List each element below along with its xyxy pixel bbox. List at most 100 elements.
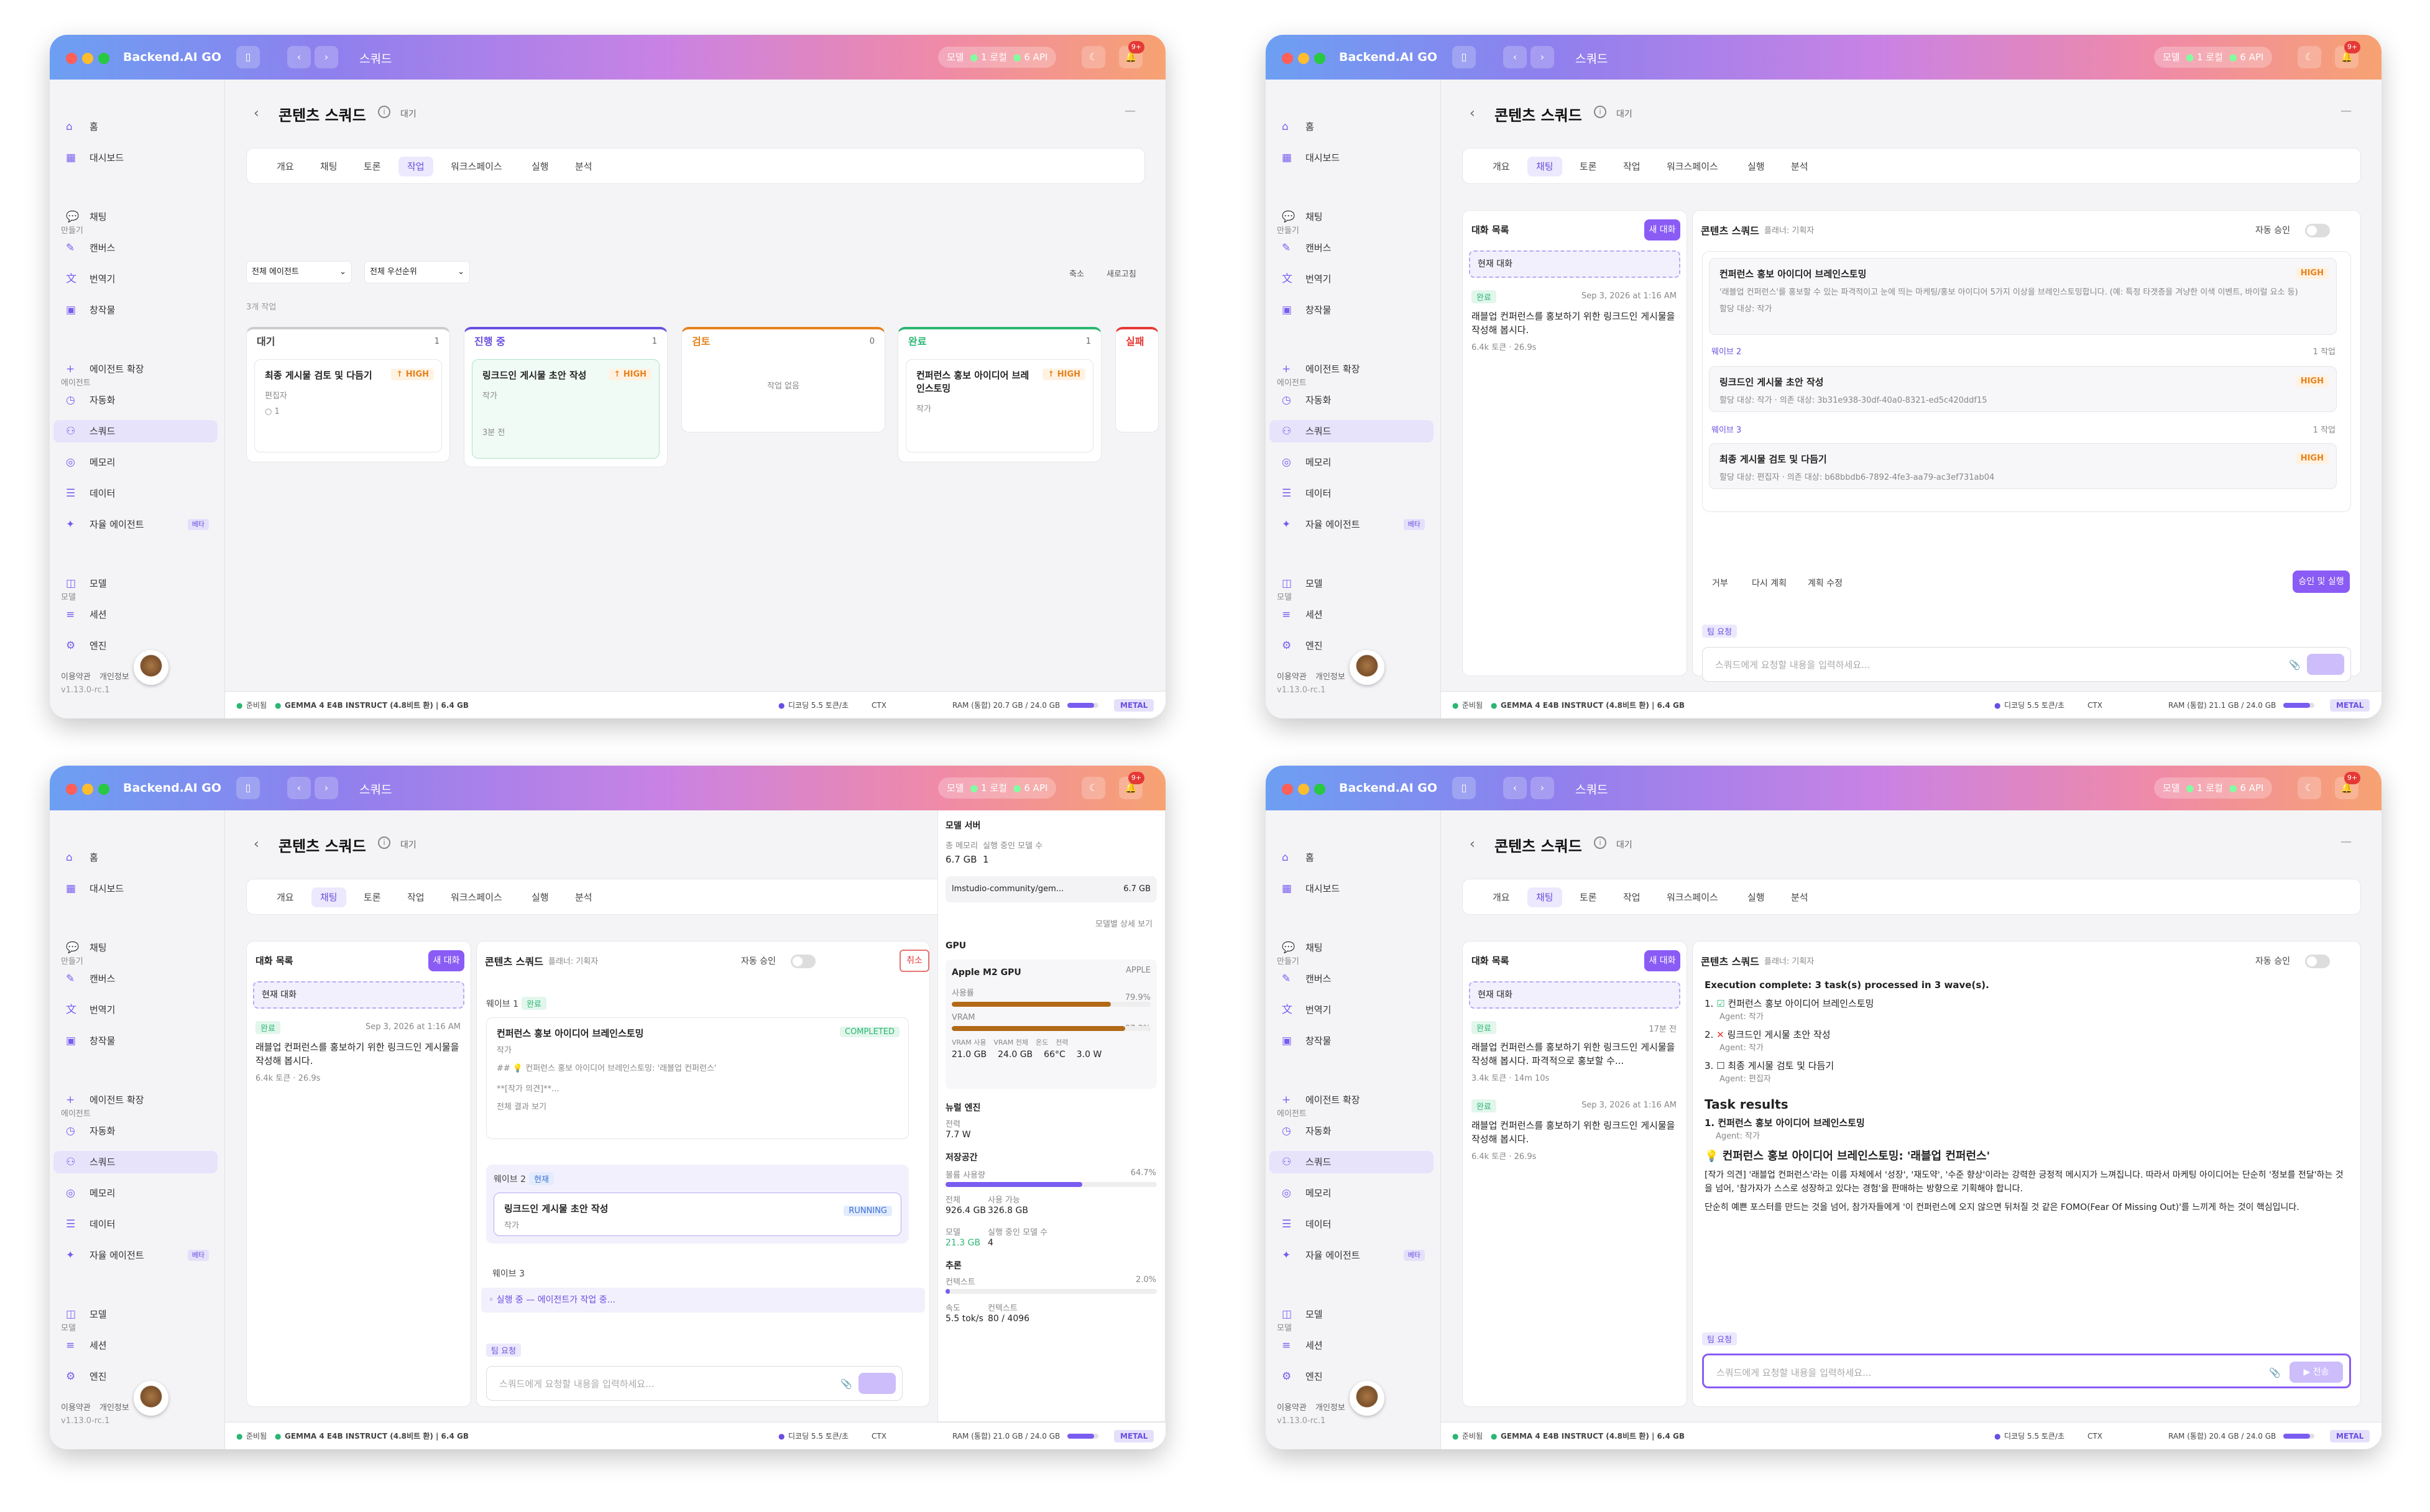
- nav-autonomous[interactable]: ✦ 자율 에이전트 베타: [53, 1244, 218, 1267]
- maximize-window-button[interactable]: [98, 784, 109, 795]
- tab-1[interactable]: 채팅: [1527, 887, 1562, 907]
- new-chat-button[interactable]: 새 대화: [1644, 219, 1680, 241]
- maximize-window-button[interactable]: [1314, 53, 1325, 64]
- attach-icon[interactable]: 📎: [2269, 1355, 2281, 1390]
- tab-4[interactable]: 워크스페이스: [442, 887, 511, 907]
- attach-icon[interactable]: 📎: [2289, 648, 2301, 682]
- loaded-model[interactable]: GEMMA 4 E4B INSTRUCT (4.8비트 환) | 6.4 GB: [1501, 692, 1685, 718]
- nav-engine[interactable]: ⚙ 엔진: [1269, 1365, 1434, 1388]
- team-request-chip[interactable]: 팀 요청: [1702, 625, 1737, 638]
- nav-data[interactable]: ☰ 데이터: [1269, 1213, 1434, 1235]
- nav-session[interactable]: ≡ 세션: [1269, 1334, 1434, 1357]
- team-request-chip[interactable]: 팀 요청: [1702, 1332, 1737, 1345]
- current-chat-item[interactable]: 현재 대화: [1469, 250, 1680, 278]
- back-nav-button[interactable]: ‹: [287, 46, 311, 68]
- nav-autonomous[interactable]: ✦ 자율 에이전트 베타: [53, 513, 218, 536]
- send-button[interactable]: ▶ 전송: [2290, 1362, 2343, 1383]
- nav-canvas[interactable]: ✎ 캔버스: [1269, 237, 1434, 259]
- tab-4[interactable]: 워크스페이스: [1658, 157, 1727, 176]
- model-status-pill[interactable]: 모델 ● 1 로컬 ● 6 API: [2154, 777, 2273, 799]
- tab-4[interactable]: 워크스페이스: [1658, 887, 1727, 907]
- tab-5[interactable]: 실행: [523, 887, 558, 907]
- approve-run-button[interactable]: 승인 및 실행: [2293, 570, 2350, 593]
- theme-toggle-icon[interactable]: ☾: [2298, 46, 2321, 68]
- nav-chat[interactable]: 💬 채팅: [53, 937, 218, 959]
- plan-task[interactable]: 최종 게시물 검토 및 다듬기 HIGH 할당 대상: 편집자 · 의존 대상: b…: [1709, 443, 2337, 489]
- task-card[interactable]: 최종 게시물 검토 및 다듬기 ↑ HIGH 편집자 ○ 1: [254, 359, 442, 452]
- nav-model[interactable]: ◫ 모델: [1269, 572, 1434, 595]
- edit-plan-button[interactable]: 계획 수정: [1808, 577, 1843, 589]
- nav-dashboard[interactable]: ▦ 대시보드: [53, 147, 218, 169]
- plan-task[interactable]: 링크드인 게시물 초안 작성 HIGH 할당 대상: 작가 · 의존 대상: 3b3…: [1709, 366, 2337, 412]
- info-icon[interactable]: i: [1594, 106, 1606, 118]
- wave-task[interactable]: 링크드인 게시물 초안 작성 RUNNING 작가: [494, 1193, 901, 1236]
- nav-agent-ext[interactable]: + 에이전트 확장: [53, 1089, 218, 1111]
- privacy-link[interactable]: 개인정보: [1315, 1401, 1345, 1413]
- current-chat-item[interactable]: 현재 대화: [1469, 981, 1680, 1009]
- task-card[interactable]: 컨퍼런스 홍보 아이디어 브레인스토밍 ↑ HIGH 작가: [906, 359, 1093, 452]
- nav-dashboard[interactable]: ▦ 대시보드: [53, 877, 218, 900]
- auto-approve-toggle[interactable]: [2305, 224, 2330, 237]
- list-item[interactable]: 완료 Sep 3, 2026 at 1:16 AM 래블업 컨퍼런스를 홍보하기…: [255, 1021, 461, 1083]
- back-nav-button[interactable]: ‹: [1503, 777, 1527, 799]
- reject-button[interactable]: 거부: [1712, 577, 1728, 589]
- back-arrow-icon[interactable]: ‹: [254, 836, 259, 852]
- tab-4[interactable]: 워크스페이스: [442, 157, 511, 176]
- tab-3[interactable]: 작업: [398, 887, 433, 907]
- maximize-window-button[interactable]: [98, 53, 109, 64]
- new-chat-button[interactable]: 새 대화: [428, 950, 464, 971]
- loaded-model-row[interactable]: lmstudio-community/gem... 6.7 GB: [946, 876, 1157, 902]
- message-input[interactable]: 스쿼드에게 요청할 내용을 입력하세요... 📎: [1702, 647, 2351, 682]
- back-arrow-icon[interactable]: ‹: [1470, 106, 1475, 121]
- privacy-link[interactable]: 개인정보: [99, 1401, 129, 1413]
- nav-chat[interactable]: 💬 채팅: [1269, 206, 1434, 228]
- nav-memory[interactable]: ◎ 메모리: [53, 1182, 218, 1204]
- forward-nav-button[interactable]: ›: [315, 46, 338, 68]
- model-status-pill[interactable]: 모델 ● 1 로컬 ● 6 API: [2154, 47, 2273, 68]
- avatar[interactable]: [134, 650, 168, 685]
- more-icon[interactable]: —: [1125, 104, 1136, 117]
- tab-0[interactable]: 개요: [268, 157, 303, 176]
- nav-memory[interactable]: ◎ 메모리: [1269, 1182, 1434, 1204]
- nav-automation[interactable]: ◷ 자동화: [1269, 1120, 1434, 1142]
- refresh-button[interactable]: 새로고침: [1107, 267, 1136, 279]
- task-card[interactable]: 링크드인 게시물 초안 작성 ↑ HIGH 작가 3분 전: [472, 359, 660, 459]
- info-icon[interactable]: i: [1594, 836, 1606, 849]
- info-icon[interactable]: i: [378, 106, 390, 118]
- model-status-pill[interactable]: 모델 ● 1 로컬 ● 6 API: [938, 47, 1057, 68]
- loaded-model[interactable]: GEMMA 4 E4B INSTRUCT (4.8비트 환) | 6.4 GB: [285, 1423, 469, 1449]
- terms-link[interactable]: 이용약관: [61, 670, 91, 682]
- forward-nav-button[interactable]: ›: [315, 777, 338, 799]
- avatar[interactable]: [1350, 1381, 1384, 1416]
- auto-approve-toggle[interactable]: [2305, 955, 2330, 968]
- close-window-button[interactable]: [1282, 784, 1293, 795]
- nav-squad[interactable]: ⚇ 스쿼드: [53, 1151, 218, 1173]
- tab-2[interactable]: 토론: [1571, 887, 1606, 907]
- tab-3[interactable]: 작업: [1614, 157, 1649, 176]
- wave-task[interactable]: 컨퍼런스 홍보 아이디어 브레인스토밍 COMPLETED 작가 ## 💡 컨퍼런스 …: [486, 1017, 909, 1139]
- more-icon[interactable]: —: [2340, 104, 2352, 117]
- info-icon[interactable]: i: [378, 836, 390, 849]
- nav-data[interactable]: ☰ 데이터: [53, 1213, 218, 1235]
- nav-home[interactable]: ⌂ 홈: [53, 116, 218, 138]
- loaded-model[interactable]: GEMMA 4 E4B INSTRUCT (4.8비트 환) | 6.4 GB: [285, 692, 469, 718]
- attach-icon[interactable]: 📎: [840, 1367, 852, 1401]
- nav-session[interactable]: ≡ 세션: [53, 1334, 218, 1357]
- nav-creative[interactable]: ▣ 창작물: [53, 1030, 218, 1052]
- theme-toggle-icon[interactable]: ☾: [1082, 46, 1105, 68]
- terms-link[interactable]: 이용약관: [61, 1401, 91, 1413]
- nav-creative[interactable]: ▣ 창작물: [1269, 1030, 1434, 1052]
- nav-squad[interactable]: ⚇ 스쿼드: [1269, 420, 1434, 442]
- nav-translate[interactable]: 文 번역기: [1269, 999, 1434, 1021]
- nav-automation[interactable]: ◷ 자동화: [53, 1120, 218, 1142]
- tab-2[interactable]: 토론: [355, 887, 390, 907]
- minimize-window-button[interactable]: [1298, 784, 1309, 795]
- tab-5[interactable]: 실행: [523, 157, 558, 176]
- message-input[interactable]: 스쿼드에게 요청할 내용을 입력하세요... 📎 ▶ 전송: [1702, 1354, 2351, 1388]
- tab-3[interactable]: 작업: [1614, 887, 1649, 907]
- nav-squad[interactable]: ⚇ 스쿼드: [53, 420, 218, 442]
- loaded-model[interactable]: GEMMA 4 E4B INSTRUCT (4.8비트 환) | 6.4 GB: [1501, 1423, 1685, 1449]
- nav-automation[interactable]: ◷ 자동화: [1269, 389, 1434, 411]
- nav-model[interactable]: ◫ 모델: [53, 1303, 218, 1326]
- tab-2[interactable]: 토론: [355, 157, 390, 176]
